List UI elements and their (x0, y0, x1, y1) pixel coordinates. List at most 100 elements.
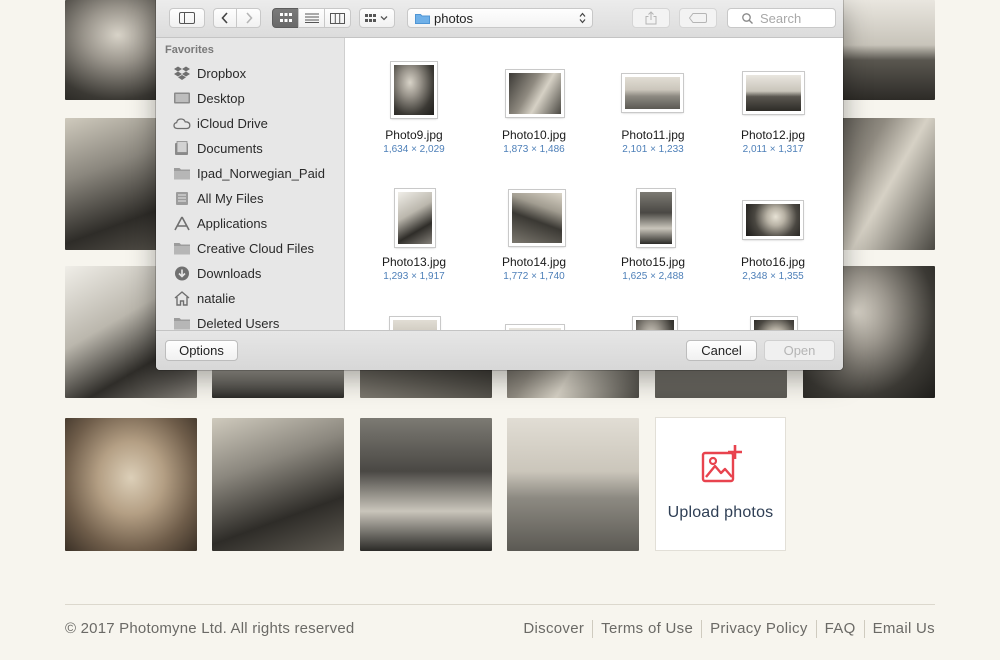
file-dimensions: 1,772 × 1,740 (503, 271, 565, 282)
sidebar-item-ipad-norwegian[interactable]: Ipad_Norwegian_Paid (156, 161, 344, 186)
copyright-text: © 2017 Photomyne Ltd. All rights reserve… (65, 620, 355, 637)
sidebar-item-label: Deleted Users (197, 316, 280, 330)
back-button[interactable] (213, 8, 237, 28)
sidebar-item-downloads[interactable]: Downloads (156, 261, 344, 286)
sidebar-item-icloud[interactable]: iCloud Drive (156, 111, 344, 136)
footer-link-privacy[interactable]: Privacy Policy (701, 620, 816, 638)
file-item[interactable] (723, 317, 823, 330)
file-thumbnail (509, 190, 565, 246)
share-button[interactable] (632, 8, 670, 28)
upload-photos-button[interactable]: Upload photos (655, 417, 786, 551)
home-icon (174, 291, 190, 306)
file-open-dialog: photos Search Favorites Dropbox Desktop … (156, 0, 843, 370)
footer-divider (65, 604, 935, 605)
folder-icon (174, 318, 190, 330)
footer-links: Discover Terms of Use Privacy Policy FAQ… (523, 620, 935, 638)
location-popup[interactable]: photos (407, 8, 593, 28)
sidebar-item-label: Documents (197, 141, 263, 156)
file-thumbnail (390, 317, 440, 330)
footer-link-email[interactable]: Email Us (863, 620, 935, 638)
share-icon (645, 11, 657, 25)
file-dimensions: 2,348 × 1,355 (742, 271, 804, 282)
file-item[interactable]: Photo13.jpg 1,293 × 1,917 (364, 189, 464, 299)
sidebar-item-label: iCloud Drive (197, 116, 268, 131)
folder-icon (415, 14, 430, 24)
add-image-icon (701, 445, 742, 483)
column-view-button[interactable] (324, 8, 351, 28)
gallery-photo[interactable] (360, 418, 492, 551)
file-dimensions: 1,634 × 2,029 (383, 144, 445, 155)
arrange-menu-button[interactable] (359, 8, 395, 28)
file-item[interactable]: Photo12.jpg 2,011 × 1,317 (723, 62, 823, 172)
list-view-button[interactable] (298, 8, 325, 28)
gallery-photo[interactable] (65, 418, 197, 551)
chevron-left-icon (221, 12, 228, 24)
upload-photos-label: Upload photos (667, 504, 774, 521)
file-name: Photo10.jpg (501, 128, 567, 142)
files-icon (176, 192, 188, 205)
sidebar-item-label: Desktop (197, 91, 245, 106)
file-item[interactable]: Photo14.jpg 1,772 × 1,740 (484, 189, 584, 299)
search-field[interactable]: Search (727, 8, 836, 28)
sidebar-item-label: Downloads (197, 266, 262, 281)
sidebar-item-label: Applications (197, 216, 268, 231)
sidebar-item-label: natalie (197, 291, 236, 306)
file-item[interactable] (364, 317, 464, 330)
toggle-sidebar-button[interactable] (169, 8, 205, 28)
forward-button[interactable] (236, 8, 261, 28)
file-thumbnail (743, 72, 804, 114)
icon-view-button[interactable] (272, 8, 299, 28)
file-item[interactable]: Photo11.jpg 2,101 × 1,233 (603, 62, 703, 172)
sidebar-item-label: Creative Cloud Files (197, 241, 315, 256)
file-name: Photo13.jpg (381, 255, 447, 269)
desktop-icon (174, 92, 190, 104)
sidebar-item-dropbox[interactable]: Dropbox (156, 61, 344, 86)
file-dimensions: 1,625 × 2,488 (622, 271, 684, 282)
download-icon (175, 266, 189, 281)
sidebar-item-natalie[interactable]: natalie (156, 286, 344, 311)
sidebar-item-desktop[interactable]: Desktop (156, 86, 344, 111)
file-item[interactable]: Photo15.jpg 1,625 × 2,488 (603, 189, 703, 299)
sidebar-section-header: Favorites (165, 44, 214, 56)
file-name: Photo15.jpg (620, 255, 686, 269)
file-item[interactable]: Photo16.jpg 2,348 × 1,355 (723, 189, 823, 299)
sidebar-item-all-my-files[interactable]: All My Files (156, 186, 344, 211)
gallery-photo[interactable] (212, 418, 344, 551)
footer-link-discover[interactable]: Discover (523, 620, 592, 638)
tag-icon (689, 13, 707, 23)
file-name: Photo12.jpg (740, 128, 806, 142)
file-item[interactable]: Photo10.jpg 1,873 × 1,486 (484, 62, 584, 172)
location-label: photos (434, 11, 474, 26)
sidebar-item-applications[interactable]: Applications (156, 211, 344, 236)
sidebar-item-documents[interactable]: Documents (156, 136, 344, 161)
list-icon (304, 13, 319, 23)
file-thumbnail (622, 74, 683, 112)
sidebar-item-label: All My Files (197, 191, 264, 206)
search-icon (742, 13, 753, 24)
chevron-right-icon (245, 12, 253, 24)
file-dimensions: 2,011 × 1,317 (742, 144, 804, 155)
sidebar-item-label: Ipad_Norwegian_Paid (197, 166, 325, 181)
file-thumbnail (637, 189, 675, 247)
file-name: Photo16.jpg (740, 255, 806, 269)
file-item[interactable] (603, 317, 703, 330)
updown-chevron-icon (579, 12, 586, 24)
sidebar-item-creative-cloud[interactable]: Creative Cloud Files (156, 236, 344, 261)
open-button[interactable]: Open (764, 340, 835, 361)
sidebar-item-deleted-users[interactable]: Deleted Users (156, 311, 344, 330)
arrange-icon (365, 14, 388, 22)
options-button[interactable]: Options (165, 340, 238, 361)
sidebar-item-label: Dropbox (197, 66, 247, 81)
sidebar-icon (179, 12, 195, 24)
file-name: Photo9.jpg (385, 128, 443, 142)
gallery-photo[interactable] (507, 418, 639, 551)
cancel-button[interactable]: Cancel (686, 340, 757, 361)
file-dimensions: 1,873 × 1,486 (503, 144, 565, 155)
tag-button[interactable] (679, 8, 717, 28)
grid-icon (279, 13, 292, 22)
footer-link-faq[interactable]: FAQ (815, 620, 864, 638)
file-item[interactable]: Photo9.jpg 1,634 × 2,029 (364, 62, 464, 172)
dialog-bottom-bar: Options Cancel Open (156, 330, 843, 370)
footer-link-terms[interactable]: Terms of Use (592, 620, 701, 638)
applications-icon (174, 216, 190, 231)
